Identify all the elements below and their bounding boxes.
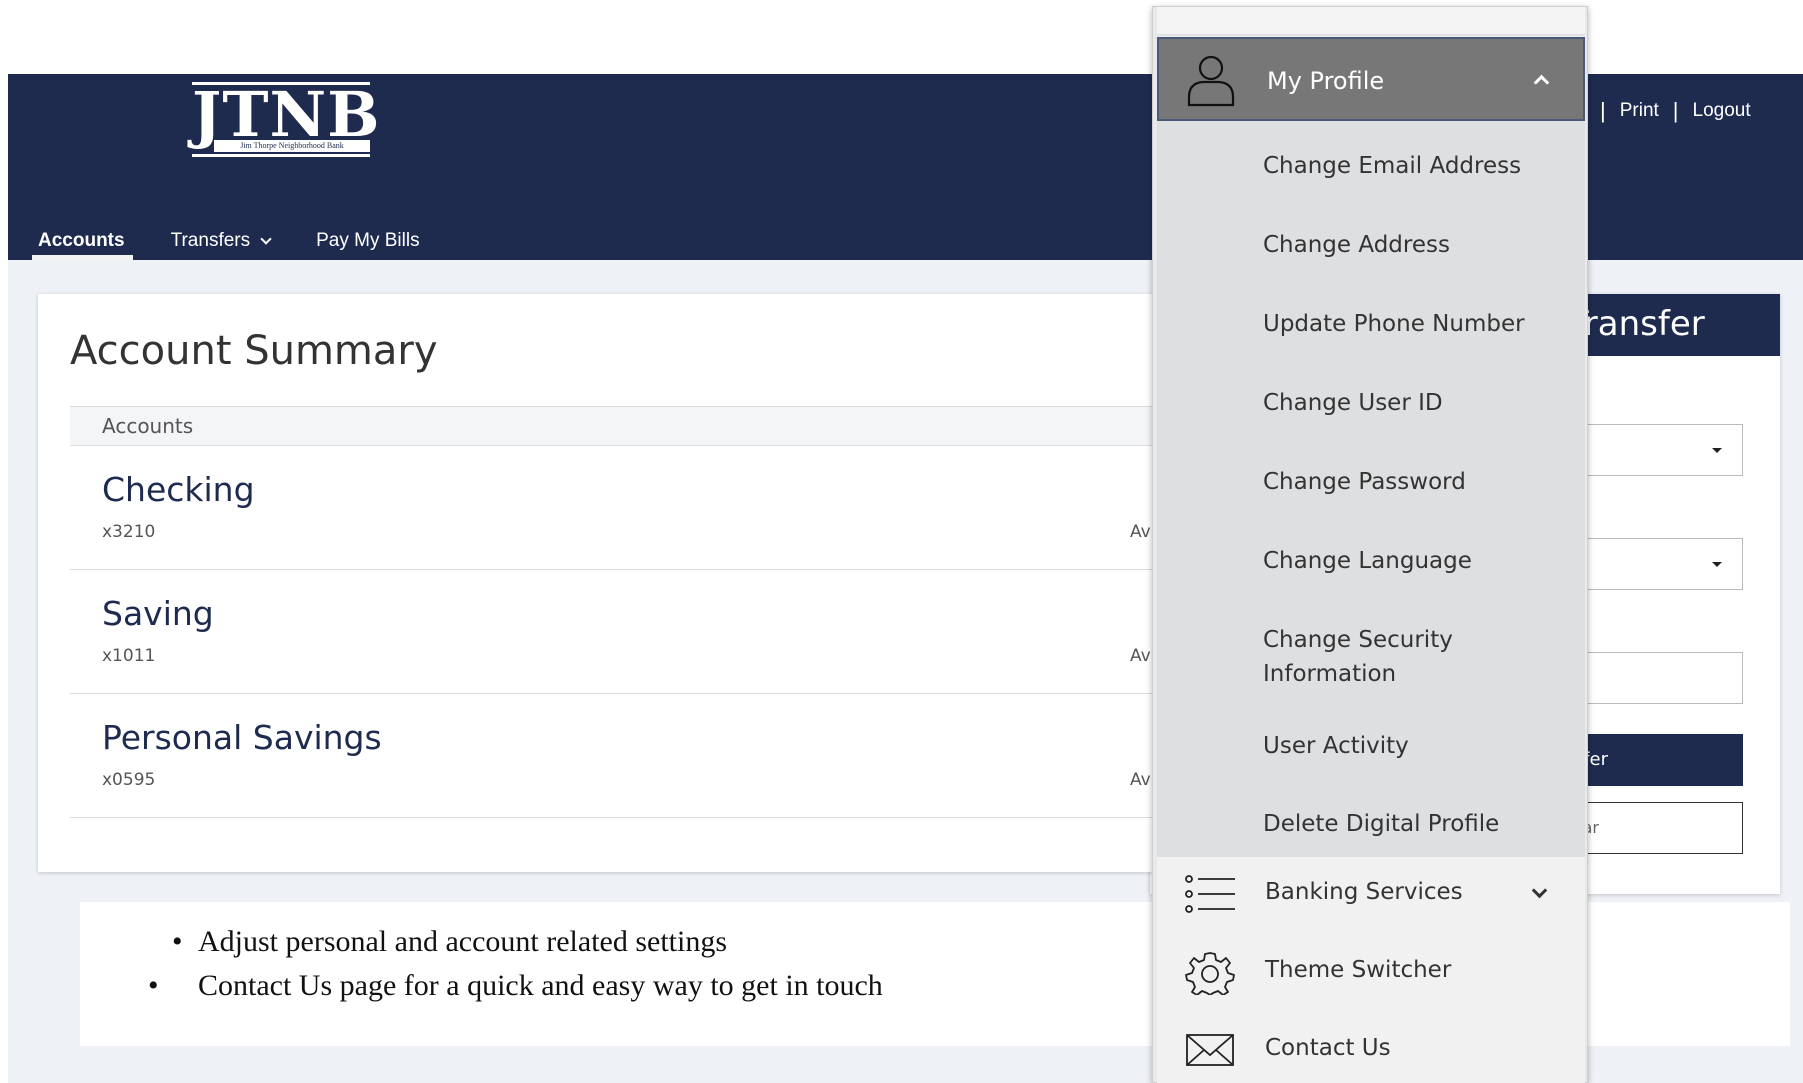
- account-name[interactable]: Saving: [102, 594, 214, 633]
- chevron-down-icon: [260, 233, 272, 245]
- header-utility-links: | Print | Logout: [1586, 96, 1751, 126]
- notes-bullet-item: • Contact Us page for a quick and easy w…: [80, 964, 883, 1008]
- nav-tab-label: Pay My Bills: [316, 230, 420, 251]
- account-summary-card: Account Summary Accounts Checking x3210 …: [38, 294, 1158, 872]
- list-icon: [1185, 875, 1235, 913]
- menu-item-change-address[interactable]: Change Address: [1263, 228, 1450, 262]
- my-profile-label: My Profile: [1267, 67, 1385, 95]
- my-profile-submenu: Change Email Address Change Address Upda…: [1157, 121, 1585, 857]
- contact-us-item[interactable]: Contact Us: [1157, 1013, 1585, 1083]
- logo-rule-bottom: [192, 154, 370, 157]
- account-row-saving[interactable]: Saving x1011 Av: [70, 570, 1158, 694]
- chevron-up-icon: [1533, 74, 1550, 91]
- profile-dropdown-menu: My Profile Change Email Address Change A…: [1152, 6, 1588, 1083]
- nav-tab-accounts[interactable]: Accounts: [32, 212, 133, 260]
- account-name[interactable]: Checking: [102, 470, 255, 509]
- menu-top-strip: [1157, 7, 1585, 35]
- main-nav: Accounts Transfers Pay My Bills: [32, 212, 466, 260]
- banking-services-toggle[interactable]: Banking Services: [1157, 857, 1585, 935]
- banking-services-label: Banking Services: [1265, 879, 1463, 905]
- notes-list: • Adjust personal and account related se…: [80, 920, 883, 1008]
- account-summary-title: Account Summary: [70, 328, 438, 374]
- nav-tab-pay-my-bills[interactable]: Pay My Bills: [316, 212, 419, 260]
- account-number: x1011: [102, 646, 156, 666]
- link-separator: |: [1600, 98, 1606, 123]
- theme-switcher-item[interactable]: Theme Switcher: [1157, 935, 1585, 1013]
- gear-icon: [1185, 952, 1235, 995]
- link-separator: |: [1672, 98, 1679, 123]
- account-name[interactable]: Personal Savings: [102, 718, 382, 757]
- theme-switcher-label: Theme Switcher: [1265, 957, 1452, 983]
- nav-tab-label: Accounts: [38, 230, 125, 251]
- my-profile-toggle[interactable]: My Profile: [1157, 37, 1585, 121]
- available-balance-label: Av: [1130, 522, 1151, 542]
- menu-item-change-language[interactable]: Change Language: [1263, 544, 1472, 578]
- menu-item-change-user-id[interactable]: Change User ID: [1263, 386, 1443, 420]
- account-row-checking[interactable]: Checking x3210 Av: [70, 446, 1158, 570]
- menu-item-update-phone[interactable]: Update Phone Number: [1263, 307, 1525, 341]
- nav-tab-transfers[interactable]: Transfers: [170, 212, 272, 260]
- bullet-glyph: •: [172, 925, 183, 958]
- chevron-down-icon: [1531, 882, 1548, 899]
- notes-bullet-text: Contact Us page for a quick and easy way…: [198, 969, 883, 1002]
- contact-us-label: Contact Us: [1265, 1035, 1391, 1061]
- logo-text: JTNB: [192, 78, 381, 151]
- menu-item-change-password[interactable]: Change Password: [1263, 465, 1466, 499]
- print-link[interactable]: Print: [1620, 100, 1659, 122]
- nav-tab-label: Transfers: [170, 230, 251, 251]
- menu-item-delete-digital-profile[interactable]: Delete Digital Profile: [1263, 807, 1499, 841]
- account-number: x0595: [102, 770, 156, 790]
- envelope-icon: [1186, 1034, 1234, 1066]
- account-number: x3210: [102, 522, 156, 542]
- notes-bullet-text: Adjust personal and account related sett…: [198, 925, 728, 958]
- logo-subtitle: Jim Thorpe Neighborhood Bank: [214, 140, 370, 152]
- menu-item-change-security-info[interactable]: Change Security Information: [1263, 623, 1463, 691]
- available-balance-label: Av: [1130, 646, 1151, 666]
- notes-bullet-item: • Adjust personal and account related se…: [80, 920, 883, 964]
- bullet-glyph: •: [148, 969, 159, 1002]
- account-row-personal-savings[interactable]: Personal Savings x0595 Av: [70, 694, 1158, 818]
- available-balance-label: Av: [1130, 770, 1151, 790]
- logout-link[interactable]: Logout: [1693, 100, 1751, 122]
- user-icon: [1187, 55, 1235, 107]
- menu-item-user-activity[interactable]: User Activity: [1263, 729, 1409, 763]
- accounts-list-header: Accounts: [70, 406, 1158, 446]
- bank-logo[interactable]: JTNB Jim Thorpe Neighborhood Bank: [192, 78, 381, 164]
- transfer-panel-title: Transfer: [1568, 304, 1705, 344]
- menu-item-change-email[interactable]: Change Email Address: [1263, 149, 1521, 183]
